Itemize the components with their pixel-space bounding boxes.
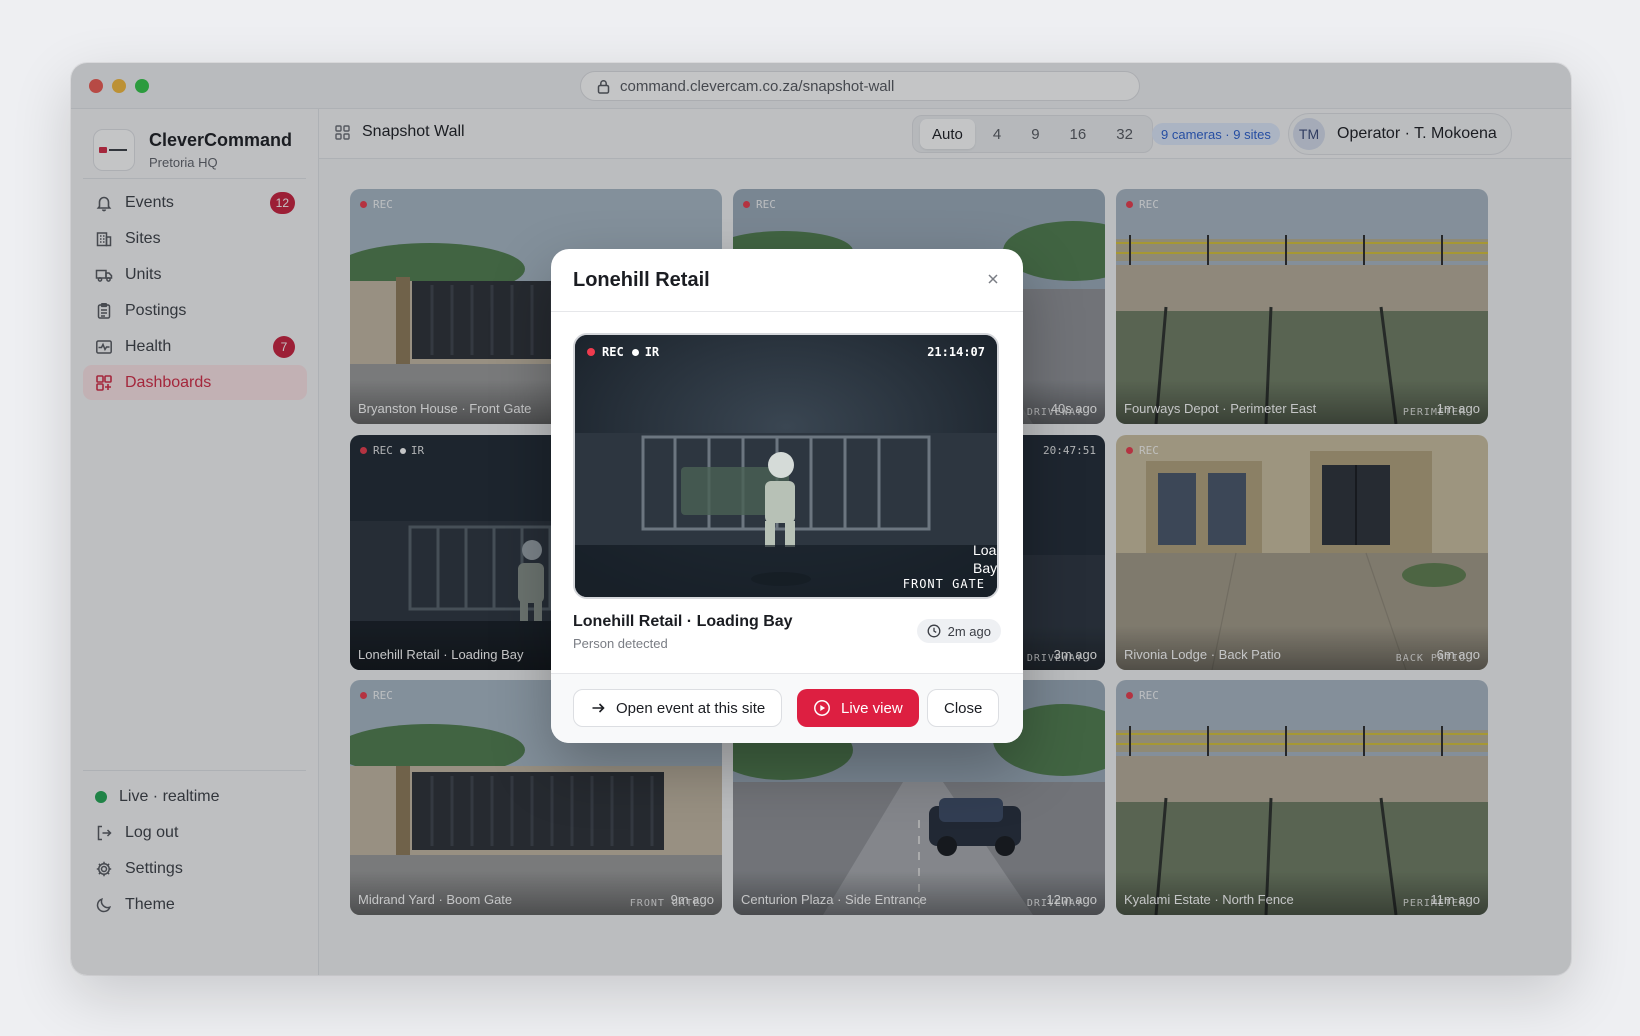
arrow-right-icon xyxy=(592,703,605,713)
play-circle-icon xyxy=(814,700,830,716)
event-age-badge: 2m ago xyxy=(916,619,1001,643)
live-view-button[interactable]: Live view xyxy=(797,689,919,727)
clock-icon xyxy=(927,624,941,638)
browser-window: command.clevercam.co.za/snapshot-wall Cl… xyxy=(71,63,1571,975)
rec-indicator: REC IR xyxy=(587,345,659,359)
event-type: Person detected xyxy=(573,636,668,651)
camera-tag: FRONT GATE xyxy=(902,577,985,591)
modal-footer: Open event at this site Live view Close xyxy=(551,673,1023,743)
modal-divider xyxy=(551,311,1023,312)
modal-title: Lonehill Retail xyxy=(573,269,710,291)
event-modal: Lonehill Retail REC IR 21:14:07 Loa Bay … xyxy=(551,249,1023,743)
event-video-frame[interactable]: RECIR 21:14:07 Loading Bay FRONT GATE xyxy=(573,333,999,599)
camera-label: Loading Bay xyxy=(973,542,997,576)
open-event-button[interactable]: Open event at this site xyxy=(573,689,783,727)
video-timestamp: 21:14:07 xyxy=(927,345,985,359)
event-title: Lonehill Retail · Loading Bay xyxy=(573,613,793,630)
close-button[interactable]: Close xyxy=(927,689,1000,727)
ir-event-snapshot-image xyxy=(575,335,997,597)
close-icon[interactable] xyxy=(985,271,1001,287)
